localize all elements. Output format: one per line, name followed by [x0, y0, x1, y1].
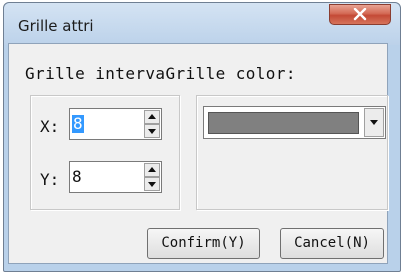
- dropdown-button[interactable]: [364, 108, 384, 137]
- x-input[interactable]: 8: [72, 115, 84, 133]
- title-bar[interactable]: Grille attri: [4, 3, 400, 45]
- down-arrow-icon: [148, 129, 156, 134]
- x-increment-button[interactable]: [144, 110, 160, 124]
- y-label: Y:: [40, 170, 60, 189]
- y-spinbox[interactable]: 8: [69, 161, 162, 193]
- up-arrow-icon: [148, 114, 156, 119]
- y-decrement-button[interactable]: [144, 177, 160, 191]
- close-button[interactable]: [329, 4, 391, 25]
- dialog-title: Grille attri: [18, 17, 94, 35]
- close-icon: [353, 8, 367, 21]
- header-labels: Grille intervaGrille color:: [25, 64, 296, 83]
- confirm-button[interactable]: Confirm(Y): [147, 228, 260, 259]
- down-arrow-icon: [148, 182, 156, 187]
- x-spinbox[interactable]: 8: [69, 108, 162, 140]
- x-decrement-button[interactable]: [144, 124, 160, 138]
- x-label: X:: [40, 117, 60, 136]
- color-dropdown[interactable]: [203, 106, 386, 139]
- cancel-button[interactable]: Cancel(N): [280, 228, 384, 259]
- chevron-down-icon: [370, 120, 378, 125]
- bottom-margin: [0, 273, 408, 279]
- grille-color-label: Grille color:: [165, 64, 296, 83]
- y-increment-button[interactable]: [144, 163, 160, 177]
- color-swatch: [208, 112, 359, 134]
- y-input[interactable]: 8: [72, 168, 82, 186]
- up-arrow-icon: [148, 167, 156, 172]
- grille-interval-label: Grille interva: [25, 64, 166, 83]
